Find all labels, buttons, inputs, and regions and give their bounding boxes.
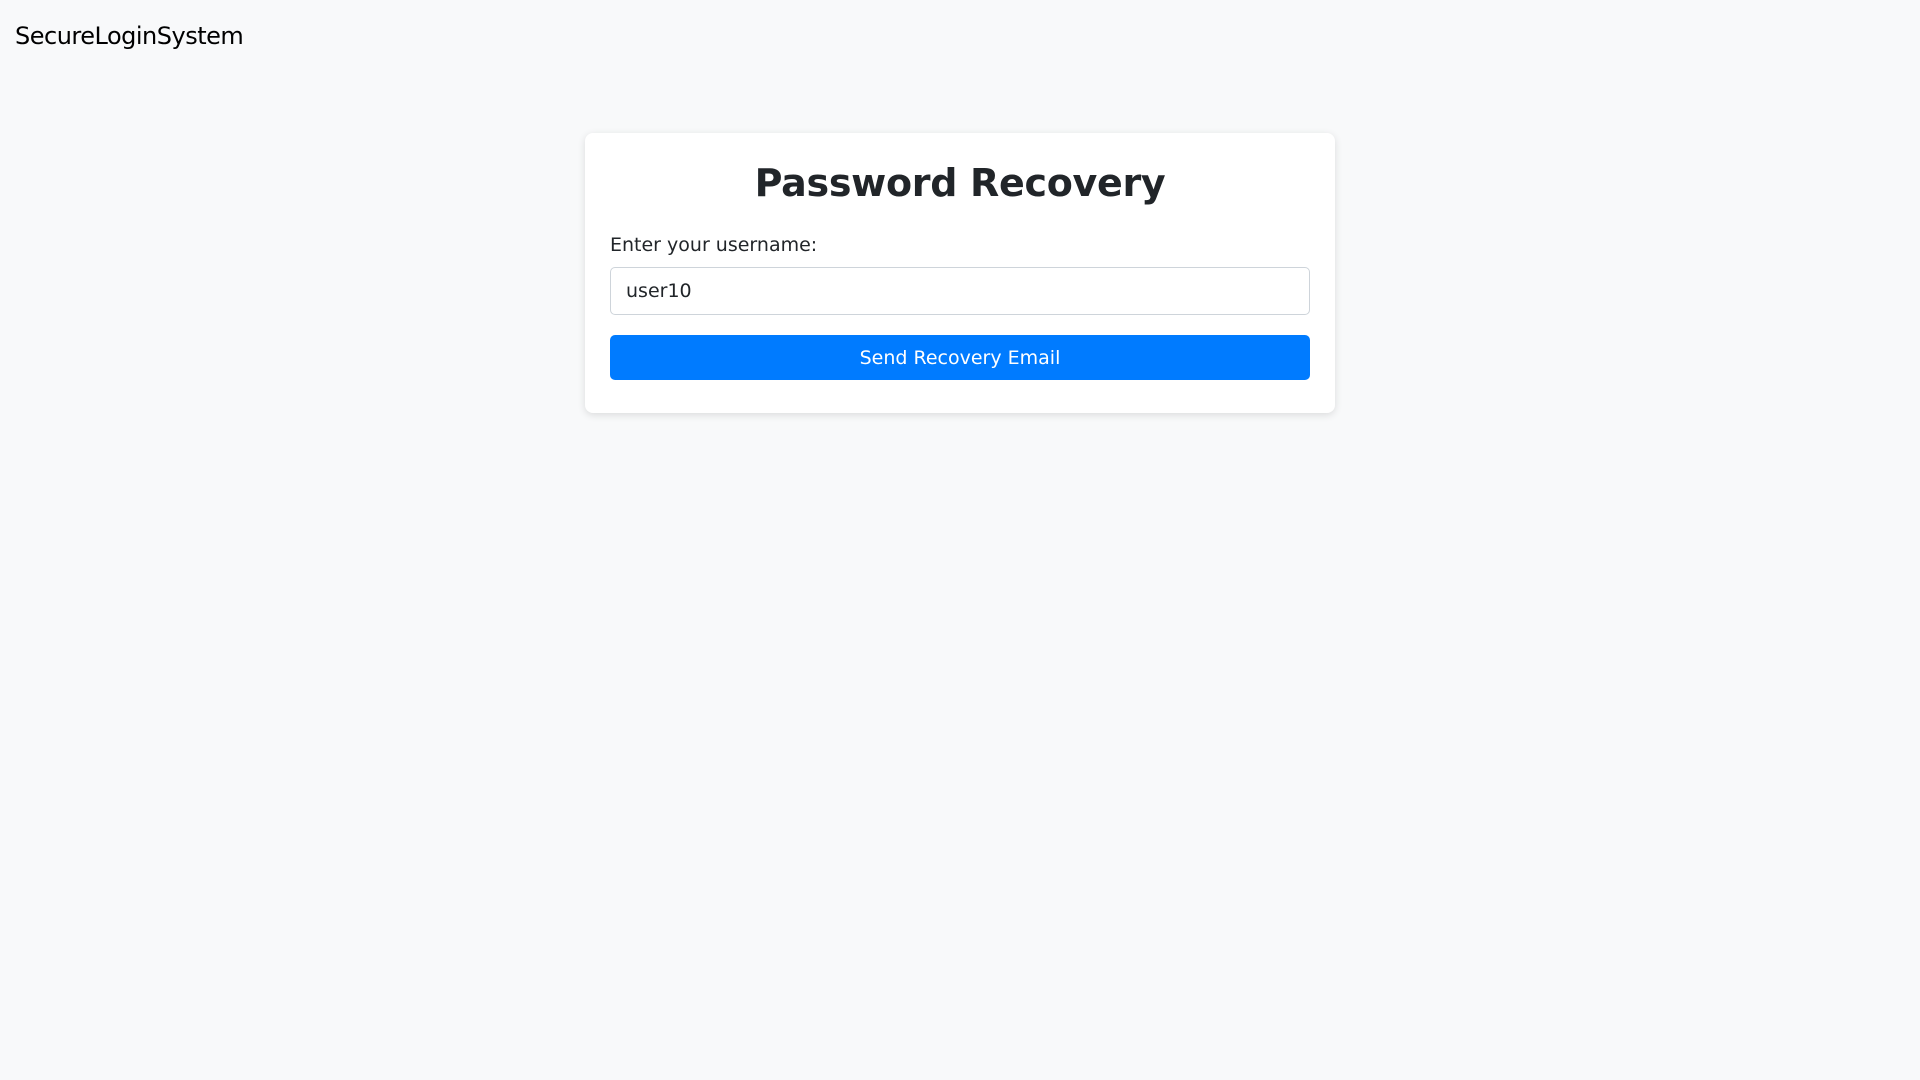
page-title: Password Recovery <box>754 161 1166 205</box>
send-recovery-email-button[interactable]: Send Recovery Email <box>610 335 1310 380</box>
username-label: Enter your username: <box>610 234 818 256</box>
password-recovery-card: Password Recovery Enter your username: S… <box>585 133 1335 413</box>
brand-logo-text[interactable]: SecureLoginSystem <box>15 19 244 53</box>
username-input[interactable] <box>610 267 1310 315</box>
